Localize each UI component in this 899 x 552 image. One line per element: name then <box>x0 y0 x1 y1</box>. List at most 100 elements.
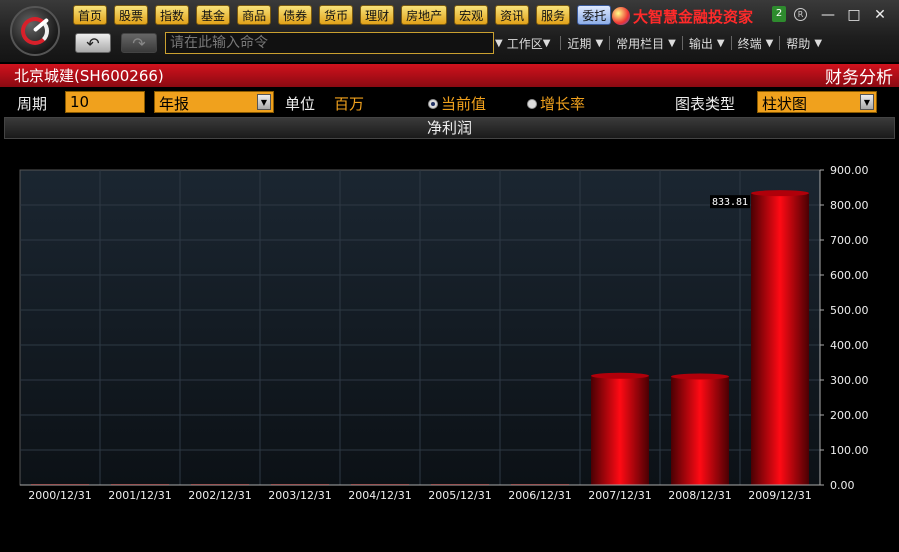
y-tick-label: 800.00 <box>830 199 869 212</box>
back-arrow-icon[interactable]: ↶ <box>75 33 111 53</box>
bar-top <box>671 373 729 380</box>
nav-wealth-button[interactable]: 理财 <box>360 5 395 25</box>
bar <box>591 375 649 485</box>
dropdown-triangle-icon: ▼ <box>765 37 774 49</box>
nav-commodities-button[interactable]: 商品 <box>237 5 272 25</box>
nav-index-button[interactable]: 指数 <box>155 5 190 25</box>
y-tick-label: 200.00 <box>830 409 869 422</box>
menu-help[interactable]: 帮助 ▼ <box>786 35 822 52</box>
dropdown-triangle-icon: ▼ <box>495 37 503 49</box>
menu-help-label: 帮助 <box>786 36 811 51</box>
x-tick-label: 2009/12/31 <box>748 489 811 502</box>
menu-output[interactable]: 输出 ▼ <box>689 35 725 52</box>
registered-mark-icon: R <box>794 8 807 21</box>
nav-funds-button[interactable]: 基金 <box>196 5 231 25</box>
menu-terminal-label: 终端 <box>737 36 762 51</box>
data-label: 833.81 <box>712 197 748 208</box>
maximize-button[interactable]: □ <box>843 5 865 25</box>
minimize-button[interactable]: — <box>817 5 839 25</box>
report-type-value: 年报 <box>159 95 190 113</box>
menu-workspace[interactable]: ▼ 工作区 ▼ <box>495 35 554 52</box>
y-tick-label: 100.00 <box>830 444 869 457</box>
x-tick-label: 2003/12/31 <box>268 489 331 502</box>
menu-output-label: 输出 <box>688 36 713 51</box>
chart-title: 净利润 <box>4 117 895 139</box>
nav-service-button[interactable]: 服务 <box>536 5 571 25</box>
menu-separator <box>560 36 562 50</box>
app-logo-icon[interactable] <box>10 6 60 56</box>
dropdown-triangle-icon: ▼ <box>668 37 676 49</box>
menu-favorites-label: 常用栏目 <box>616 36 665 51</box>
menu-recent[interactable]: 近期 ▼ <box>567 35 603 52</box>
y-tick-label: 900.00 <box>830 164 869 177</box>
nav-currency-button[interactable]: 货币 <box>319 5 354 25</box>
y-tick-label: 400.00 <box>830 339 869 352</box>
x-tick-label: 2006/12/31 <box>508 489 571 502</box>
bar-top <box>751 190 809 197</box>
brand-banner[interactable]: 大智慧金融投资家 <box>612 5 753 27</box>
dropdown-triangle-icon: ▼ <box>814 37 823 49</box>
nav-home-button[interactable]: 首页 <box>73 5 108 25</box>
menu-recent-label: 近期 <box>567 36 592 51</box>
forward-arrow-icon[interactable]: ↷ <box>121 33 157 53</box>
close-button[interactable]: ✕ <box>869 5 891 25</box>
report-type-select[interactable]: 年报 ▼ <box>154 91 274 113</box>
radio-current-value[interactable]: 当前值 <box>428 93 486 114</box>
bar-top <box>591 372 649 379</box>
chart-type-value: 柱状图 <box>762 95 808 113</box>
x-tick-label: 2000/12/31 <box>28 489 91 502</box>
menu-separator <box>730 36 732 50</box>
dropdown-arrow-icon: ▼ <box>860 94 874 110</box>
chart-type-select[interactable]: 柱状图 ▼ <box>757 91 877 113</box>
bar <box>671 376 729 485</box>
x-tick-label: 2001/12/31 <box>108 489 171 502</box>
menu-separator <box>681 36 683 50</box>
dropdown-arrow-icon: ▼ <box>257 94 271 110</box>
dropdown-triangle-icon: ▼ <box>716 37 725 49</box>
radio-current-label: 当前值 <box>441 95 487 113</box>
y-tick-label: 600.00 <box>830 269 869 282</box>
menu-bar: ▼ 工作区 ▼ 近期 ▼ 常用栏目 ▼ 输出 ▼ 终端 ▼ 帮助 ▼ <box>495 33 822 53</box>
message-count-badge[interactable]: 2 <box>772 6 786 22</box>
radio-growth-label: 增长率 <box>540 95 586 113</box>
stock-name: 北京城建(SH600266) <box>14 67 164 85</box>
menu-terminal[interactable]: 终端 ▼ <box>738 35 774 52</box>
nav-macro-button[interactable]: 宏观 <box>454 5 489 25</box>
nav-stocks-button[interactable]: 股票 <box>114 5 149 25</box>
menu-separator <box>609 36 611 50</box>
radio-unselected-icon <box>527 98 537 109</box>
dropdown-triangle-icon: ▼ <box>542 37 551 49</box>
nav-news-button[interactable]: 资讯 <box>495 5 530 25</box>
trade-button[interactable]: 委托 <box>577 5 612 25</box>
menu-separator <box>779 36 781 50</box>
x-tick-label: 2004/12/31 <box>348 489 411 502</box>
bar <box>751 193 809 485</box>
top-toolbar: 首页 股票 指数 基金 商品 债券 货币 理财 房地产 宏观 资讯 服务 委托 … <box>0 0 899 62</box>
chart-type-label: 图表类型 <box>675 95 736 113</box>
brand-text: 大智慧金融投资家 <box>633 7 754 26</box>
chart-controls: 周期 年报 ▼ 单位 百万 当前值 增长率 图表类型 柱状图 ▼ <box>0 88 899 116</box>
unit-value: 百万 <box>334 95 365 113</box>
module-title: 财务分析 <box>825 68 893 88</box>
radio-selected-icon <box>428 98 438 109</box>
y-tick-label: 700.00 <box>830 234 869 247</box>
x-tick-label: 2008/12/31 <box>668 489 731 502</box>
period-input[interactable] <box>65 91 145 113</box>
x-tick-label: 2005/12/31 <box>428 489 491 502</box>
nav-bonds-button[interactable]: 债券 <box>278 5 313 25</box>
period-label: 周期 <box>17 95 48 113</box>
chart-area: 0.00 100.00 200.00 300.00 400.00 500.00 600.00… <box>0 140 899 552</box>
y-tick-label: 0.00 <box>830 479 855 492</box>
unit-label: 单位 <box>285 95 316 113</box>
x-tick-label: 2007/12/31 <box>588 489 651 502</box>
radio-growth-rate[interactable]: 增长率 <box>527 93 585 114</box>
menu-favorites[interactable]: 常用栏目 ▼ <box>616 35 676 52</box>
x-tick-label: 2002/12/31 <box>188 489 251 502</box>
brand-globe-icon <box>612 7 630 25</box>
menu-workspace-label: 工作区 <box>506 36 543 51</box>
y-tick-label: 300.00 <box>830 374 869 387</box>
command-input[interactable] <box>165 32 494 54</box>
nav-realestate-button[interactable]: 房地产 <box>401 5 448 25</box>
y-tick-label: 500.00 <box>830 304 869 317</box>
bar-chart: 0.00 100.00 200.00 300.00 400.00 500.00 600.00… <box>19 164 869 502</box>
